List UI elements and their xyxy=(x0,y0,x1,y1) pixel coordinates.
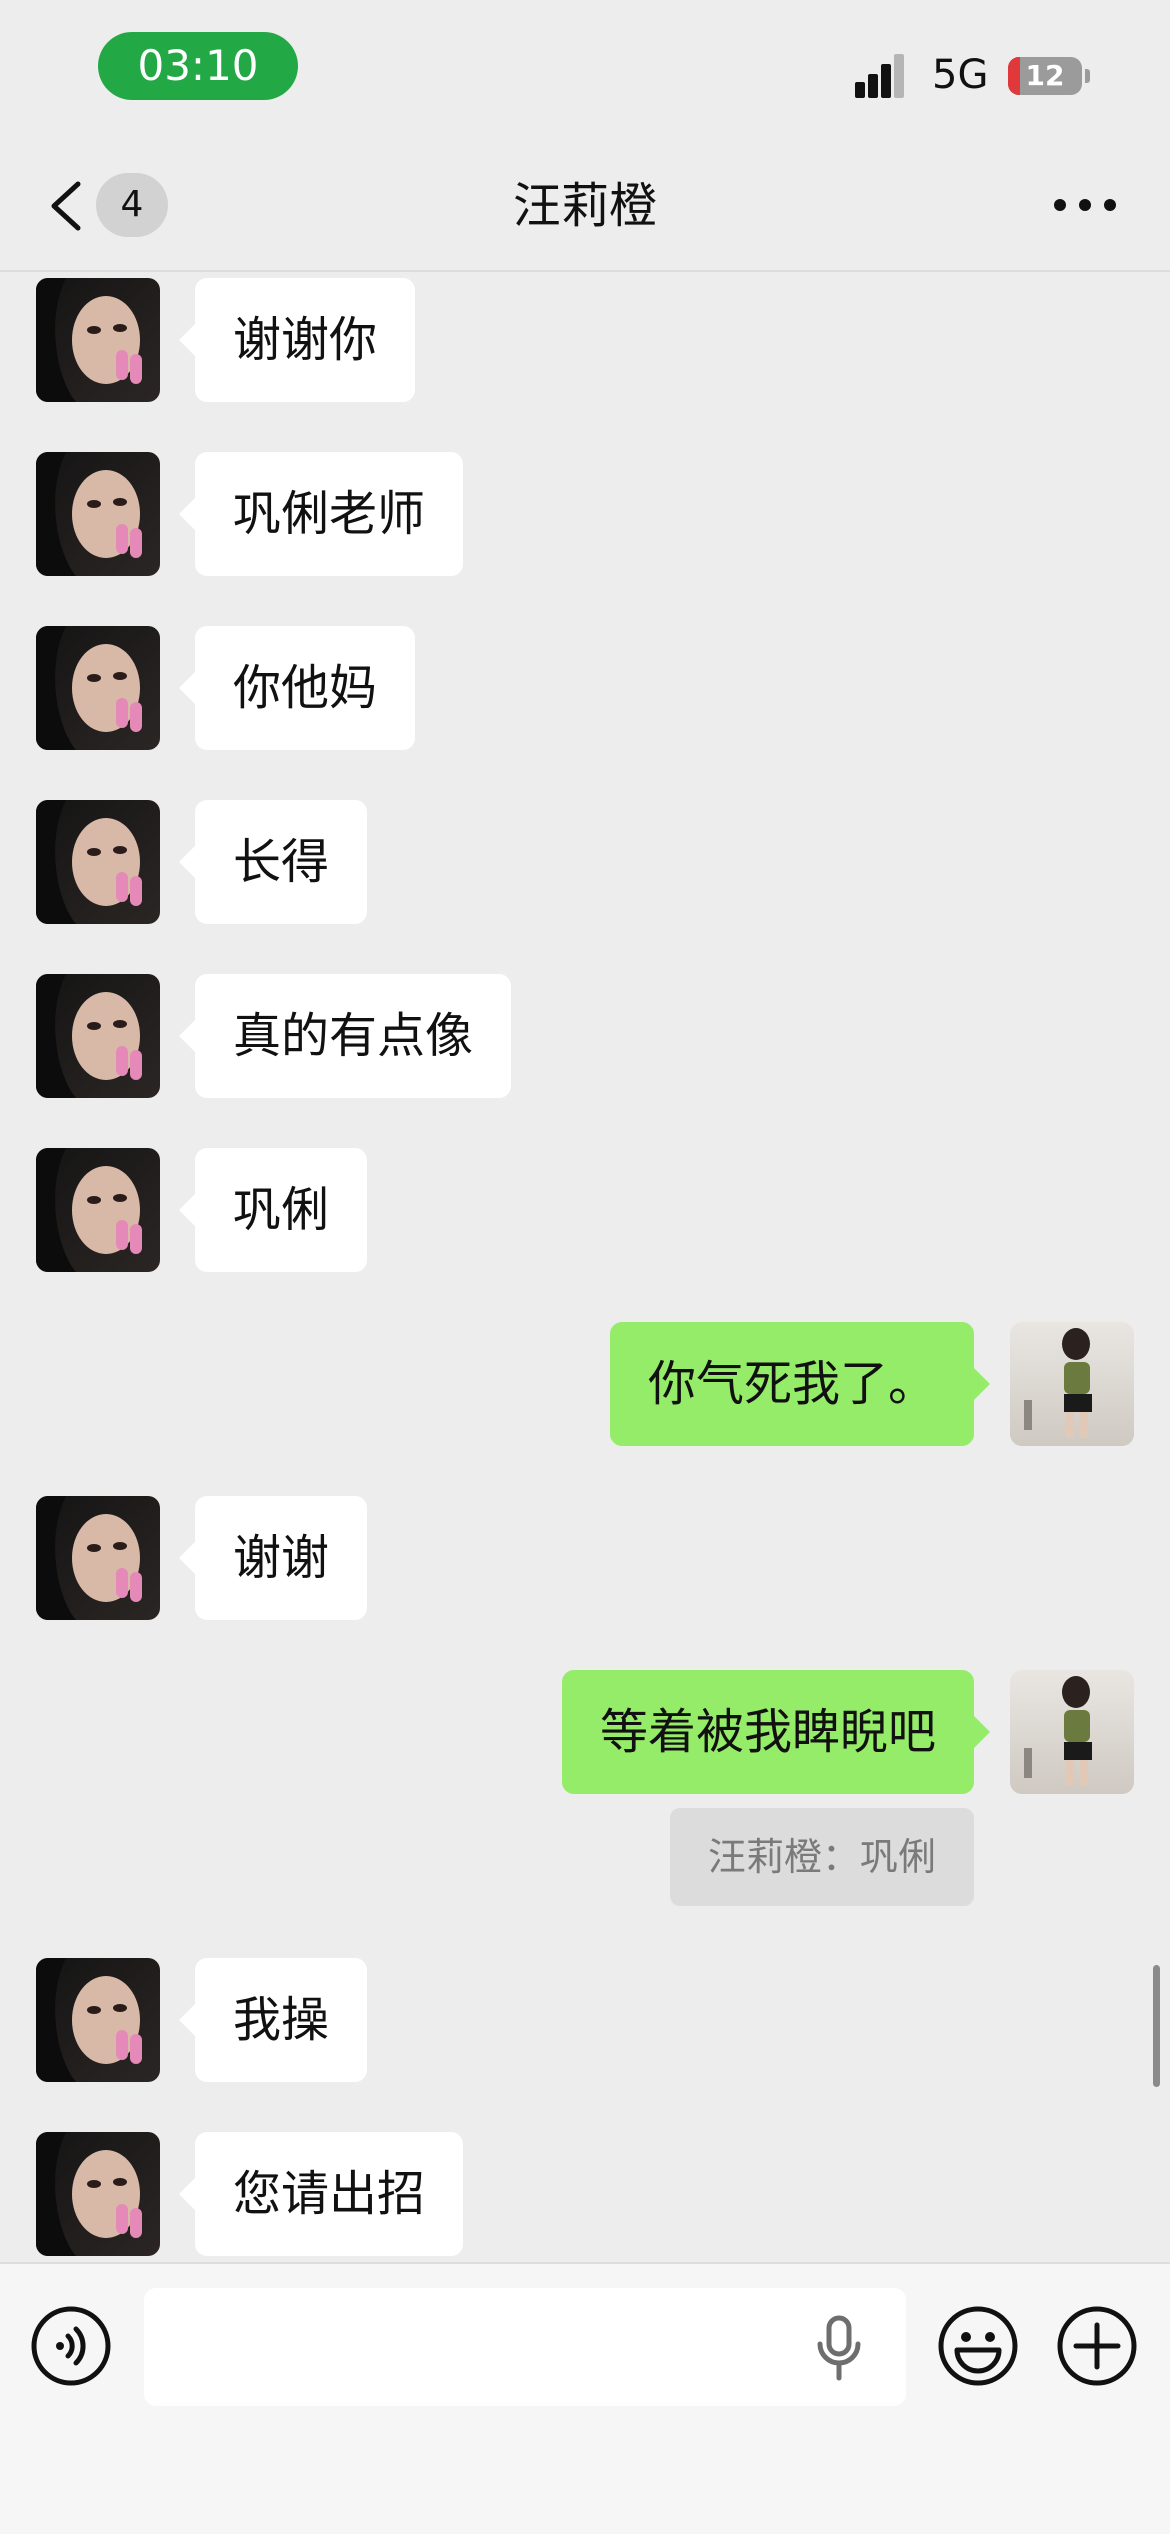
contact-avatar[interactable] xyxy=(36,1496,160,1620)
contact-avatar[interactable] xyxy=(36,452,160,576)
chat-header: 4 汪莉橙 xyxy=(0,140,1170,272)
message-row: 真的有点像 xyxy=(0,974,1170,1098)
message-row: 你他妈 xyxy=(0,626,1170,750)
battery-icon: 12 xyxy=(1008,57,1082,95)
microphone-icon[interactable] xyxy=(812,2314,866,2384)
incoming-message[interactable]: 你他妈 xyxy=(178,626,416,750)
signal-icon xyxy=(855,50,917,98)
battery-level: 12 xyxy=(1025,59,1065,92)
message-row: 巩俐老师 xyxy=(0,452,1170,576)
my-avatar[interactable] xyxy=(1010,1322,1134,1446)
back-icon[interactable] xyxy=(46,178,86,234)
my-avatar[interactable] xyxy=(1010,1670,1134,1794)
message-row: 长得 xyxy=(0,800,1170,924)
incoming-message[interactable]: 巩俐老师 xyxy=(178,452,464,576)
contact-avatar[interactable] xyxy=(36,800,160,924)
clock[interactable]: 03:10 xyxy=(98,32,298,100)
outgoing-message[interactable]: 等着被我睥睨吧 xyxy=(561,1670,991,1794)
unread-badge[interactable]: 4 xyxy=(96,173,168,237)
incoming-message[interactable]: 您请出招 xyxy=(178,2132,464,2256)
message-row: 谢谢你 xyxy=(0,278,1170,402)
network-type: 5G xyxy=(932,52,989,98)
message-row: 等着被我睥睨吧 xyxy=(0,1670,1170,1794)
incoming-message[interactable]: 我操 xyxy=(178,1958,368,2082)
voice-mode-icon[interactable] xyxy=(30,2305,112,2387)
contact-avatar[interactable] xyxy=(36,1148,160,1272)
plus-icon[interactable] xyxy=(1056,2305,1138,2387)
scrollbar[interactable] xyxy=(1153,1965,1160,2087)
incoming-message[interactable]: 巩俐 xyxy=(178,1148,368,1272)
emoji-icon[interactable] xyxy=(937,2305,1019,2387)
incoming-message[interactable]: 长得 xyxy=(178,800,368,924)
message-input[interactable] xyxy=(144,2288,906,2406)
message-row: 谢谢 xyxy=(0,1496,1170,1620)
message-row: 巩俐 xyxy=(0,1148,1170,1272)
contact-avatar[interactable] xyxy=(36,626,160,750)
contact-avatar[interactable] xyxy=(36,278,160,402)
status-bar: 03:10 5G 12 xyxy=(0,0,1170,140)
battery-tip xyxy=(1085,69,1090,83)
contact-avatar[interactable] xyxy=(36,2132,160,2256)
outgoing-message[interactable]: 你气死我了。 xyxy=(609,1322,991,1446)
message-row: 你气死我了。 xyxy=(0,1322,1170,1446)
message-list[interactable]: 谢谢你 巩俐老师 你他妈 长得 真的有点像 巩俐 你气死我了。 谢谢 等着被我睥… xyxy=(0,272,1170,2260)
quoted-reply[interactable]: 汪莉橙：巩俐 xyxy=(669,1808,974,1906)
contact-avatar[interactable] xyxy=(36,1958,160,2082)
incoming-message[interactable]: 真的有点像 xyxy=(178,974,512,1098)
more-icon[interactable] xyxy=(1050,185,1120,225)
message-row: 我操 xyxy=(0,1958,1170,2082)
contact-avatar[interactable] xyxy=(36,974,160,1098)
incoming-message[interactable]: 谢谢你 xyxy=(178,278,416,402)
message-row: 您请出招 xyxy=(0,2132,1170,2256)
incoming-message[interactable]: 谢谢 xyxy=(178,1496,368,1620)
input-bar xyxy=(0,2262,1170,2534)
chat-title: 汪莉橙 xyxy=(512,178,657,234)
